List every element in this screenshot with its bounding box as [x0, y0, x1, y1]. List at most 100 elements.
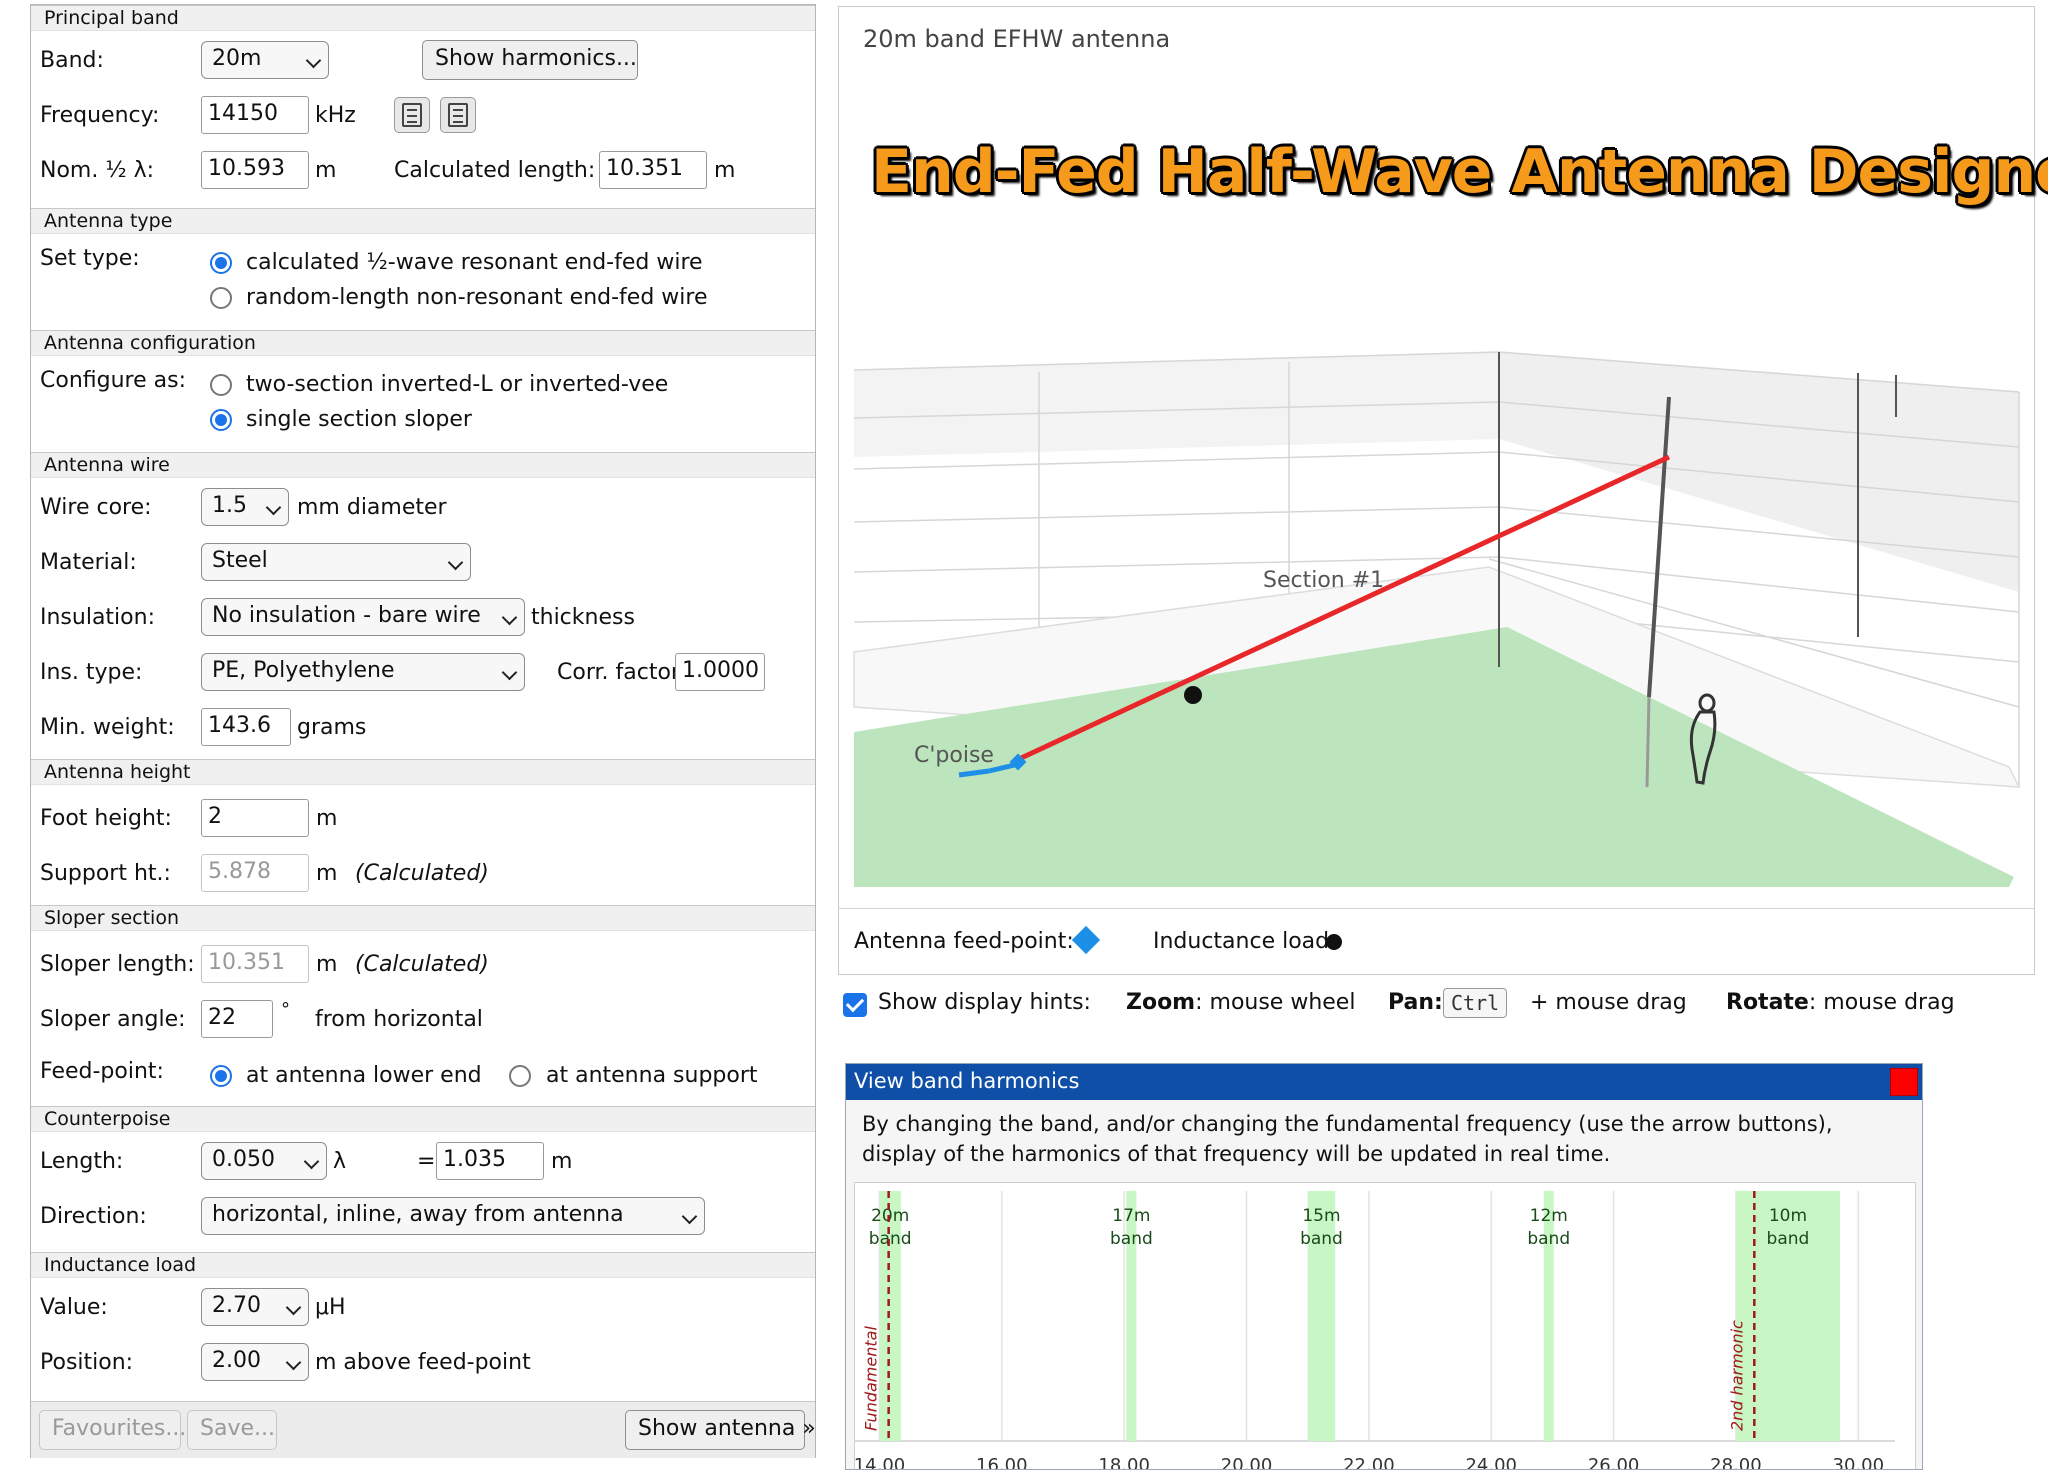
antenna-3d-view[interactable]: 20m band EFHW antenna End-Fed Half-Wave … — [838, 6, 2048, 975]
band-word-label: band — [1300, 1229, 1343, 1249]
band-label: Band: — [40, 48, 104, 73]
chevron-down-icon — [305, 52, 322, 69]
frequency-down-button[interactable] — [394, 97, 430, 133]
type-resonant-radio[interactable] — [210, 252, 232, 274]
insulation-value: No insulation - bare wire — [212, 603, 481, 628]
rotate-key: Rotate — [1726, 990, 1809, 1015]
sloper-length-input: 10.351 — [201, 945, 309, 983]
min-weight-input[interactable]: 143.6 — [201, 708, 291, 746]
step-down-icon — [402, 103, 422, 127]
chevron-down-icon — [303, 1153, 320, 1170]
section-title: Counterpoise — [44, 1108, 171, 1130]
section-antenna-wire: Antenna wire — [31, 452, 815, 478]
insulation-select[interactable]: No insulation - bare wire — [201, 598, 525, 636]
section-title: Antenna configuration — [44, 332, 256, 354]
section-sloper: Sloper section — [31, 905, 815, 931]
corr-factor-label: Corr. factor: — [557, 660, 687, 685]
counterpoise-length-value: 0.050 — [212, 1147, 275, 1172]
calculated-length-input[interactable]: 10.351 — [599, 151, 707, 189]
pan-key: Pan — [1388, 990, 1435, 1015]
type-random-radio[interactable] — [210, 287, 232, 309]
zoom-desc: : mouse wheel — [1195, 990, 1356, 1015]
inductance-position-label: Position: — [40, 1350, 134, 1375]
calculated-length-label: Calculated length: — [394, 158, 596, 183]
section-principal-band: Principal band — [31, 5, 815, 31]
wire-core-label: Wire core: — [40, 495, 152, 520]
chevron-down-icon — [285, 1354, 302, 1371]
close-icon[interactable] — [1890, 1068, 1918, 1096]
dialog-title: View band harmonics — [854, 1069, 1080, 1093]
favourites-button[interactable]: Favourites... — [39, 1410, 186, 1450]
frequency-label: Frequency: — [40, 103, 160, 128]
inductance-load-marker[interactable] — [1184, 686, 1202, 704]
x-tick-label: 24.00 — [1465, 1455, 1517, 1470]
dialog-titlebar[interactable]: View band harmonics — [846, 1064, 1922, 1100]
inductance-position-select[interactable]: 2.00 — [201, 1343, 309, 1381]
counterpoise-length-unit: λ — [333, 1149, 347, 1174]
sloper-length-label: Sloper length: — [40, 952, 195, 977]
feed-lower-end-radio[interactable] — [210, 1065, 232, 1087]
show-antenna-button[interactable]: Show antenna » — [625, 1410, 816, 1450]
zoom-key: Zoom — [1126, 990, 1196, 1015]
band-select[interactable]: 20m — [201, 41, 329, 79]
inductance-value-label: Value: — [40, 1295, 108, 1320]
pan-desc: + mouse drag — [1530, 990, 1687, 1015]
sloper-angle-note: from horizontal — [315, 1007, 483, 1032]
sloper-angle-unit: ° — [281, 999, 290, 1020]
sloper-angle-label: Sloper angle: — [40, 1007, 186, 1032]
rotate-desc: : mouse drag — [1808, 990, 1955, 1015]
configure-as-label: Configure as: — [40, 368, 186, 393]
step-up-icon — [448, 103, 468, 127]
antenna-scene[interactable] — [839, 7, 2034, 907]
material-value: Steel — [212, 548, 268, 573]
sloper-length-note: (Calculated) — [355, 952, 489, 977]
section-inductance-load: Inductance load — [31, 1252, 815, 1278]
chevron-down-icon — [285, 1299, 302, 1316]
rotate-hint: Rotate: mouse drag — [1726, 990, 1955, 1015]
wire-core-select[interactable]: 1.5 — [201, 488, 289, 526]
config-sloper-radio[interactable] — [210, 409, 232, 431]
counterpoise-length-select[interactable]: 0.050 — [201, 1142, 327, 1180]
foot-height-label: Foot height: — [40, 806, 172, 831]
counterpoise-meters-input[interactable]: 1.035 — [436, 1142, 544, 1180]
x-tick-label: 18.00 — [1098, 1455, 1150, 1470]
material-select[interactable]: Steel — [201, 543, 471, 581]
show-harmonics-button[interactable]: Show harmonics... — [422, 40, 638, 80]
min-weight-unit: grams — [297, 715, 367, 740]
frequency-input[interactable]: 14150 — [201, 96, 309, 134]
corr-factor-input[interactable]: 1.0000 — [675, 653, 765, 691]
ins-type-select[interactable]: PE, Polyethylene — [201, 653, 525, 691]
x-tick-label: 30.00 — [1833, 1455, 1885, 1470]
inductance-value-select[interactable]: 2.70 — [201, 1288, 309, 1326]
x-tick-label: 26.00 — [1588, 1455, 1640, 1470]
sloper-angle-input[interactable]: 22 — [201, 1000, 273, 1038]
material-label: Material: — [40, 550, 137, 575]
equals-sign: = — [417, 1149, 436, 1174]
inductance-value-unit: μH — [315, 1295, 346, 1320]
nominal-unit: m — [315, 158, 337, 183]
support-height-input: 5.878 — [201, 854, 309, 892]
ins-type-value: PE, Polyethylene — [212, 658, 395, 683]
save-button[interactable]: Save... — [187, 1410, 277, 1450]
frequency-up-button[interactable] — [440, 97, 476, 133]
diamond-icon — [1071, 925, 1101, 955]
band-name-label: 10m — [1769, 1206, 1807, 1226]
harmonics-dialog: View band harmonics By changing the band… — [845, 1063, 1923, 1470]
insulation-unit: thickness — [531, 605, 635, 630]
show-hints-checkbox[interactable] — [843, 993, 867, 1017]
direction-select[interactable]: horizontal, inline, away from antenna — [201, 1197, 705, 1235]
x-tick-label: 28.00 — [1710, 1455, 1762, 1470]
feed-point-label: Feed-point: — [40, 1059, 164, 1084]
x-tick-label: 20.00 — [1221, 1455, 1273, 1470]
sloper-length-unit: m — [316, 952, 338, 977]
band-word-label: band — [869, 1229, 912, 1249]
foot-height-input[interactable]: 2 — [201, 799, 309, 837]
nominal-half-wave-input[interactable]: 10.593 — [201, 151, 309, 189]
config-sloper-label: single section sloper — [246, 407, 472, 432]
config-inverted-l-radio[interactable] — [210, 374, 232, 396]
wire-core-value: 1.5 — [212, 493, 247, 518]
section-antenna-configuration: Antenna configuration — [31, 330, 815, 356]
counterpoise-length-label: Length: — [40, 1149, 124, 1174]
feed-support-radio[interactable] — [509, 1065, 531, 1087]
section-antenna-type: Antenna type — [31, 208, 815, 234]
